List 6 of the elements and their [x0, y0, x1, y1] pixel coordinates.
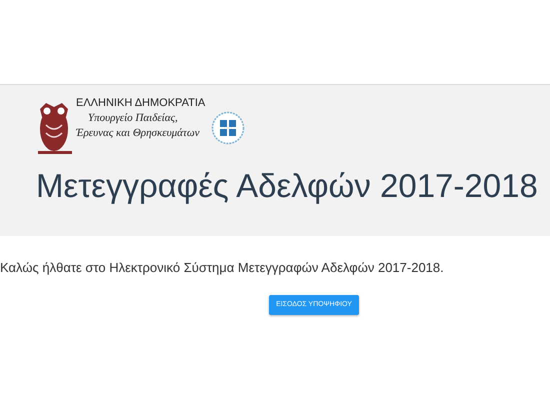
logo-ministry-text: Υπουργείο Παιδείας, — [88, 112, 179, 124]
welcome-text: Καλώς ήλθατε στο Ηλεκτρονικό Σύστημα Μετεγγραφών Αδελφών 2017-2018. — [0, 260, 445, 275]
emblem-icon — [211, 111, 246, 145]
logo-country-text: ΕΛΛΗΝΙΚΗ ΔΗΜΟΚΡΑΤΙΑ — [76, 97, 206, 109]
page-title: Μετεγγραφές Αδελφών 2017-2018 — [36, 167, 539, 205]
logo-ministry-text: Έρευνας και Θρησκευμάτων — [76, 127, 201, 139]
